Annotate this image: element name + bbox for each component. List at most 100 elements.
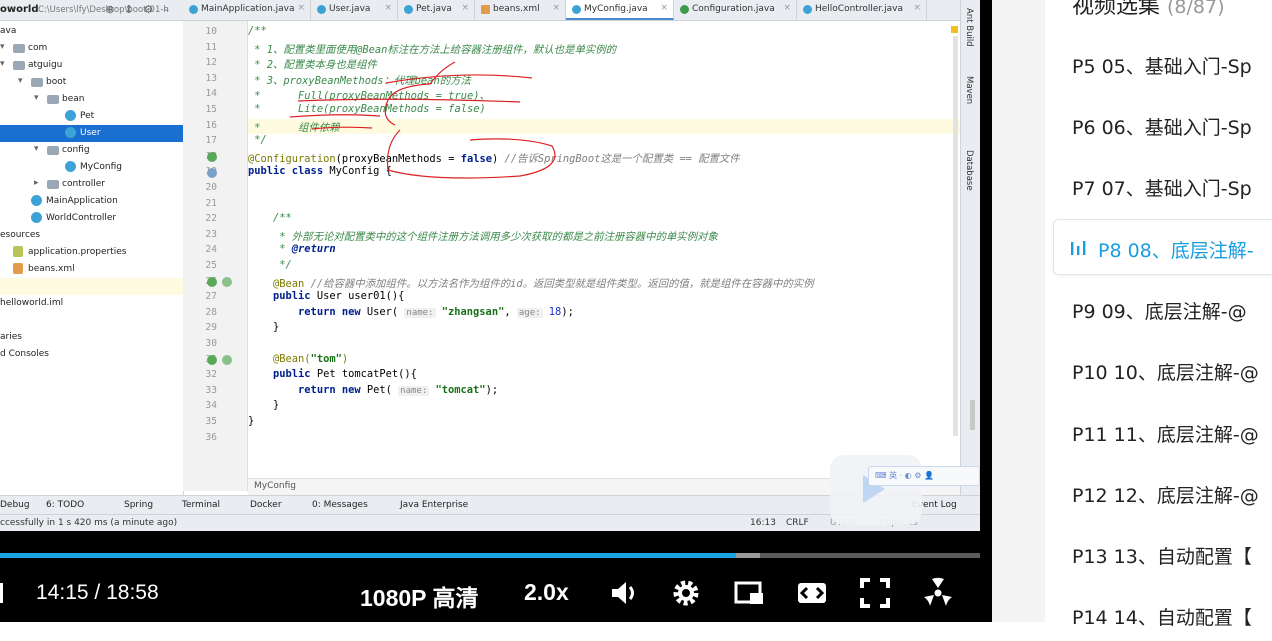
line-number: 34 xyxy=(205,400,217,412)
tree-item[interactable]: d Consoles xyxy=(0,346,183,363)
tree-item[interactable]: ▾ boot xyxy=(0,74,183,91)
tree-item[interactable]: helloworld.iml xyxy=(0,295,183,312)
tree-item[interactable]: ▸ controller xyxy=(0,176,183,193)
tree-item[interactable]: esources xyxy=(0,227,183,244)
wide-screen-icon[interactable] xyxy=(796,577,828,609)
editor-tab[interactable]: MyConfig.java × xyxy=(566,0,674,20)
tree-item[interactable]: ▾ com xyxy=(0,40,183,57)
web-fullscreen-icon[interactable] xyxy=(922,577,954,609)
quality-button[interactable]: 1080P 高清 xyxy=(360,579,478,613)
tree-item[interactable]: aries xyxy=(0,329,183,346)
playlist-item[interactable]: P13 13、自动配置【 xyxy=(1045,526,1272,580)
tree-item[interactable]: User xyxy=(0,125,183,142)
todo-tool[interactable]: 6: TODO xyxy=(46,500,84,510)
chevron-down-icon[interactable]: ▾ xyxy=(18,76,23,86)
chevron-right-icon[interactable]: ▸ xyxy=(34,178,39,188)
tree-item[interactable]: ava xyxy=(0,23,183,40)
playlist-item-label: P12 12、底层注解-@ xyxy=(1072,485,1259,507)
bean-gutter-icon[interactable] xyxy=(222,277,232,287)
close-icon[interactable]: × xyxy=(660,3,668,13)
tree-item-label: User xyxy=(80,128,101,138)
bean-gutter-icon[interactable] xyxy=(207,152,217,162)
playlist-item[interactable]: P11 11、底层注解-@ xyxy=(1045,404,1272,458)
breadcrumb-item[interactable]: MyConfig xyxy=(254,481,296,491)
bean-gutter-icon[interactable] xyxy=(207,168,217,178)
tree-item[interactable]: MyConfig xyxy=(0,159,183,176)
tree-item[interactable]: WorldController xyxy=(0,210,183,227)
settings-icon[interactable] xyxy=(670,577,702,609)
class-icon xyxy=(404,5,413,14)
folder-icon xyxy=(13,61,25,70)
code-text: User( xyxy=(360,305,399,318)
close-icon[interactable]: × xyxy=(913,3,921,13)
terminal-tool[interactable]: Terminal xyxy=(182,500,220,510)
chevron-down-icon[interactable]: ▾ xyxy=(0,59,5,69)
chevron-down-icon[interactable]: ▾ xyxy=(34,144,39,154)
pause-icon[interactable] xyxy=(0,583,3,603)
line-number: 14 xyxy=(205,88,217,100)
editor-tab[interactable]: MainApplication.java × xyxy=(183,0,311,20)
chevron-down-icon[interactable]: ▾ xyxy=(0,42,5,52)
playlist-item[interactable]: P5 05、基础入门-Sp xyxy=(1045,36,1272,90)
video-player[interactable]: oworld C:\Users\lfy\Desktop\boot-01-h ⊕⇕… xyxy=(0,0,992,622)
editor-tab[interactable]: Pet.java × xyxy=(398,0,475,20)
tree-item[interactable]: MainApplication xyxy=(0,193,183,210)
project-tree: ava ▾ com ▾ atguigu ▾ boot ▾ bean Pet User ▾ config M… xyxy=(0,21,184,495)
bean-gutter-icon[interactable] xyxy=(207,355,217,365)
java-enterprise-tool[interactable]: Java Enterprise xyxy=(400,500,468,510)
editor-tab[interactable]: beans.xml × xyxy=(475,0,566,20)
tree-item[interactable]: Pet xyxy=(0,108,183,125)
editor-tab[interactable]: Configuration.java × xyxy=(674,0,797,20)
docker-tool[interactable]: Docker xyxy=(250,500,282,510)
tree-item[interactable] xyxy=(0,278,183,295)
code-text: User user01(){ xyxy=(310,290,405,303)
playlist-item[interactable]: P10 10、底层注解-@ xyxy=(1045,342,1272,396)
bean-gutter-icon[interactable] xyxy=(222,355,232,365)
playlist-item[interactable]: P14 14、自动配置【 xyxy=(1045,587,1272,641)
chevron-down-icon[interactable]: ▾ xyxy=(34,93,39,103)
close-icon[interactable]: × xyxy=(384,3,392,13)
maven-tab[interactable]: Maven xyxy=(964,76,974,104)
bean-gutter-icon[interactable] xyxy=(207,277,217,287)
playlist-item-label: P6 06、基础入门-Sp xyxy=(1072,117,1252,139)
messages-tool[interactable]: 0: Messages xyxy=(312,500,368,510)
debug-tool[interactable]: Debug xyxy=(0,500,30,510)
tree-item[interactable]: ▾ atguigu xyxy=(0,57,183,74)
tree-item-label: controller xyxy=(62,179,105,189)
playlist-item[interactable]: P12 12、底层注解-@ xyxy=(1045,465,1272,519)
close-icon[interactable]: × xyxy=(783,3,791,13)
playlist-title-text: 视频选集 xyxy=(1072,0,1161,19)
playlist-item[interactable]: P7 07、基础入门-Sp xyxy=(1045,158,1272,212)
editor-tab[interactable]: HelloController.java × xyxy=(797,0,927,20)
input-method-bar[interactable]: ⌨ 英 · ◐ ⚙ 👤 xyxy=(868,466,980,486)
code-editor[interactable]: /** * 1、配置类里面使用@Bean标注在方法上给容器注册组件，默认也是单实… xyxy=(248,21,960,481)
volume-icon[interactable] xyxy=(608,577,640,609)
close-icon[interactable]: × xyxy=(552,3,560,13)
tree-item[interactable]: beans.xml xyxy=(0,261,183,278)
speed-button[interactable]: 2.0x xyxy=(524,579,569,606)
close-icon[interactable]: × xyxy=(297,3,305,13)
playlist-item[interactable]: P6 06、基础入门-Sp xyxy=(1045,97,1272,151)
picture-in-picture-icon[interactable] xyxy=(733,577,765,609)
playlist-item-label: P8 08、底层注解- xyxy=(1098,240,1254,262)
tree-item[interactable]: ▾ bean xyxy=(0,91,183,108)
tree-item[interactable]: application.properties xyxy=(0,244,183,261)
playlist-item-label: P5 05、基础入门-Sp xyxy=(1072,56,1252,78)
playlist-item[interactable]: P9 09、底层注解-@ xyxy=(1045,281,1272,335)
stripe-scrollbar[interactable] xyxy=(970,400,975,430)
editor-tab[interactable]: User.java × xyxy=(311,0,398,20)
line-separator[interactable]: CRLF xyxy=(786,518,809,528)
warning-marker[interactable] xyxy=(951,26,958,33)
close-icon[interactable]: × xyxy=(461,3,469,13)
project-toolbar-icons[interactable]: ⊕⇕⚙– xyxy=(105,3,179,16)
tree-item[interactable]: ▾ config xyxy=(0,142,183,159)
tree-item[interactable] xyxy=(0,312,183,329)
database-tab[interactable]: Database xyxy=(964,150,974,191)
playlist-item-active[interactable]: P8 08、底层注解- xyxy=(1053,219,1272,275)
ant-build-tab[interactable]: Ant Build xyxy=(964,8,974,47)
class-icon xyxy=(317,5,326,14)
spring-tool[interactable]: Spring xyxy=(124,500,153,510)
fullscreen-icon[interactable] xyxy=(859,577,891,609)
caret-position[interactable]: 16:13 xyxy=(750,518,776,528)
editor-scrollbar[interactable] xyxy=(953,36,958,436)
